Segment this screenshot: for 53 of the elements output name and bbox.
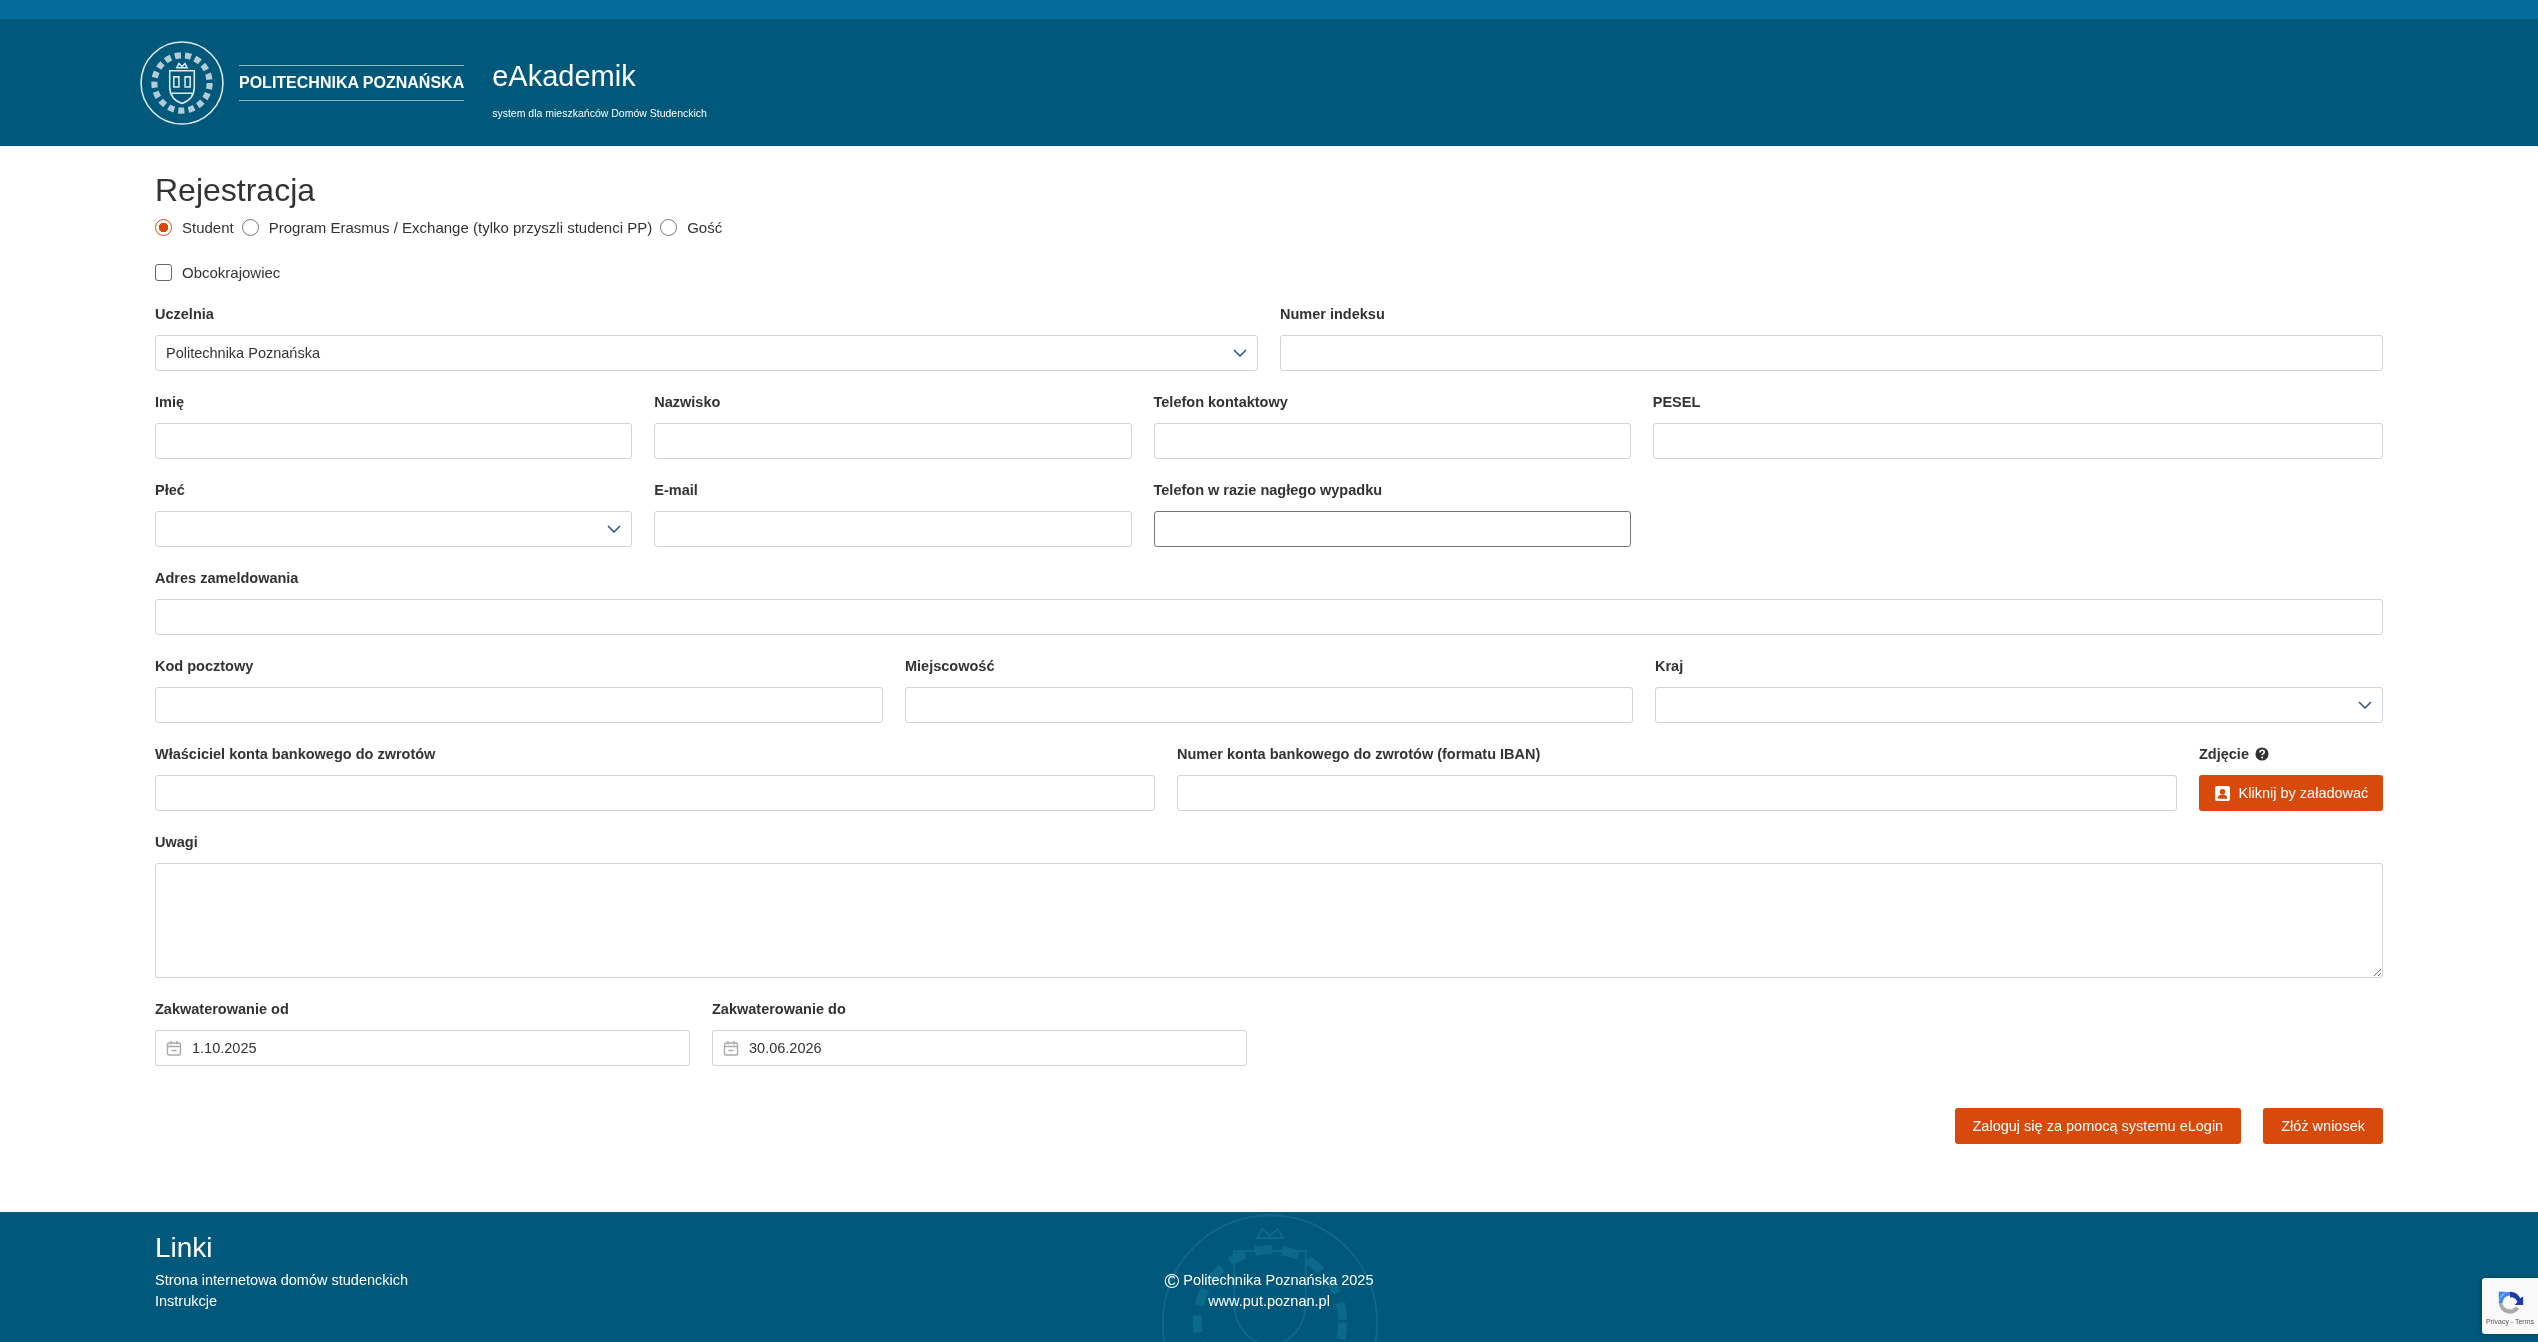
field-label: Uwagi (155, 834, 198, 850)
chevron-down-icon (2358, 701, 2372, 709)
date-field[interactable]: 1.10.2025 (155, 1030, 690, 1066)
app-subtitle: system dla mieszkańców Domów Studenckich (492, 107, 707, 119)
action-button[interactable]: Złóż wniosek (2263, 1108, 2383, 1144)
field-label: E-mail (654, 482, 698, 498)
field-label: Numer indeksu (1280, 306, 1385, 322)
field-label: Uczelnia (155, 306, 214, 322)
radio-label[interactable]: Student (182, 219, 234, 236)
action-button[interactable]: Zaloguj się za pomocą systemu eLogin (1954, 1108, 2242, 1144)
calendar-icon (723, 1040, 739, 1056)
checkbox-label[interactable]: Obcokrajowiec (182, 264, 281, 281)
dropdown-field[interactable] (1655, 687, 2383, 723)
field-label: Kod pocztowy (155, 658, 254, 674)
chevron-down-icon (607, 525, 622, 533)
text-field[interactable] (1153, 511, 1631, 547)
field-label: Imię (155, 394, 184, 410)
dropdown-field[interactable]: Politechnika Poznańska (155, 335, 1258, 371)
text-area[interactable] (155, 863, 2383, 978)
app-title: eAkademik (492, 60, 637, 93)
university-name: POLITECHNIKA POZNAŃSKA (239, 64, 465, 101)
checkbox[interactable] (155, 264, 172, 281)
radio-button[interactable] (155, 219, 172, 236)
upload-button[interactable]: Kliknij by załadować (2199, 775, 2383, 811)
field-label: PESEL (1652, 394, 1701, 410)
radio-label[interactable]: Gość (687, 219, 723, 236)
dropdown-field[interactable] (155, 511, 633, 547)
calendar-icon (166, 1040, 182, 1056)
field-label: Zakwaterowanie od (155, 1001, 289, 1017)
field-label: Kraj (1655, 658, 1684, 674)
page-title: Rejestracja (155, 172, 317, 209)
field-label: Nazwisko (654, 394, 721, 410)
field-label: Zdjęcie (2199, 746, 2249, 762)
field-label: Telefon w razie nagłego wypadku (1153, 482, 1383, 498)
date-field[interactable]: 30.06.2026 (712, 1030, 1247, 1066)
field-label: Właściciel konta bankowego do zwrotów (155, 746, 436, 762)
copyright-text: Politechnika Poznańska 2025 (1183, 1271, 1374, 1290)
copyright-icon: © (1164, 1270, 1180, 1291)
user-photo-icon (2213, 784, 2231, 802)
field-label: Numer konta bankowego do zwrotów (formatu IBAN) (1177, 746, 1541, 762)
field-label: Adres zameldowania (155, 570, 299, 586)
footer-link[interactable]: Strona internetowa domów studenckich (155, 1270, 409, 1291)
radio-label[interactable]: Program Erasmus / Exchange (tylko przyszli studenci PP) (268, 219, 653, 236)
field-label: Płeć (155, 482, 185, 498)
university-seal-icon (139, 39, 225, 126)
field-label: Zakwaterowanie do (712, 1001, 846, 1017)
footer-heading: Linki (155, 1232, 214, 1264)
field-label: Miejscowość (905, 658, 995, 674)
field-label: Telefon kontaktowy (1153, 394, 1288, 410)
chevron-down-icon (1233, 349, 1247, 357)
help-icon[interactable] (2254, 747, 2269, 761)
website-link[interactable]: www.put.poznan.pl (1208, 1291, 1330, 1312)
footer-link[interactable]: Instrukcje (155, 1291, 409, 1312)
